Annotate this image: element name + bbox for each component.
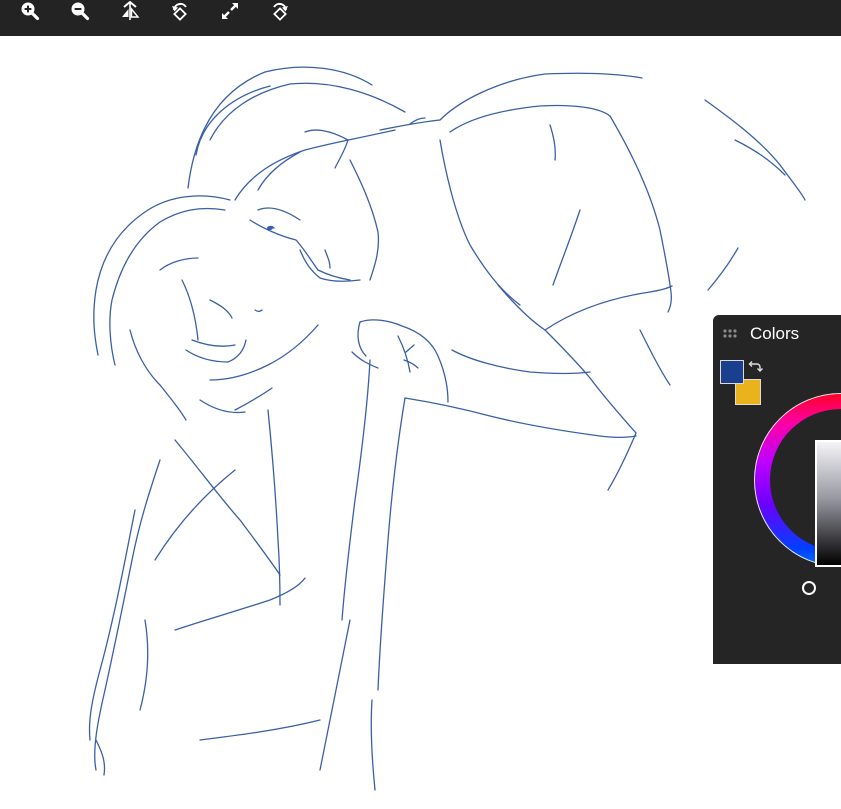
panel-title: Colors — [750, 324, 800, 343]
toolbar — [0, 0, 841, 36]
zoom-in-button[interactable] — [15, 0, 45, 22]
flip-horizontal-button[interactable] — [115, 0, 145, 22]
rotate-left-icon — [172, 2, 187, 21]
grip-icon[interactable] — [723, 328, 739, 340]
swap-colors-icon[interactable] — [747, 360, 763, 376]
rotate-right-button[interactable] — [265, 0, 295, 22]
zoom-out-button[interactable] — [65, 0, 95, 22]
fullscreen-icon — [222, 3, 238, 19]
flip-horizontal-icon — [122, 1, 140, 20]
colors-panel: Colors — [713, 315, 841, 664]
rotate-right-icon — [273, 2, 288, 21]
zoom-out-icon — [71, 2, 90, 21]
zoom-in-icon — [21, 2, 40, 21]
primary-color-swatch[interactable] — [720, 360, 744, 384]
rotate-left-button[interactable] — [165, 0, 195, 22]
color-wheel[interactable] — [753, 385, 841, 625]
fullscreen-button[interactable] — [215, 0, 245, 22]
